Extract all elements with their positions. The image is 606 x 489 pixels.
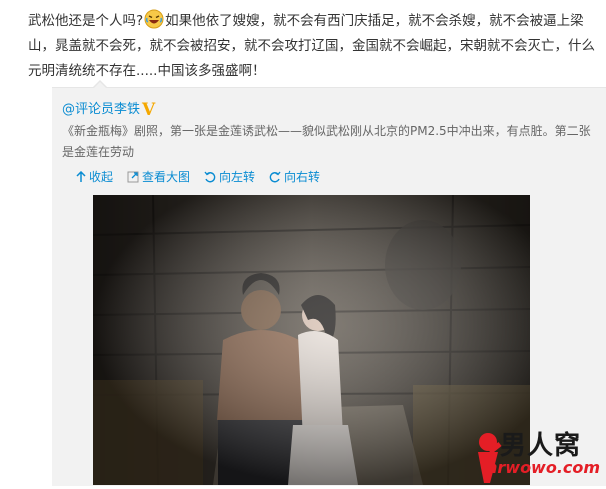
- collapse-button[interactable]: 收起: [76, 168, 113, 185]
- verified-badge-icon: V: [142, 100, 156, 120]
- collapse-up-arrow-icon: [76, 170, 86, 182]
- repost-author-link[interactable]: @评论员李铁: [62, 102, 140, 117]
- expand-image-icon: [127, 171, 139, 182]
- watermark-url: nrwowo.com: [486, 458, 601, 477]
- rotate-right-label: 向右转: [284, 170, 321, 184]
- repost-pointer-inner: [93, 82, 107, 89]
- rotate-right-icon: [269, 171, 281, 182]
- collapse-label: 收起: [89, 170, 114, 184]
- watermark-brand: 男人窝: [500, 431, 582, 461]
- image-actions: 收起 查看大图 向左转 向右转: [76, 168, 320, 185]
- repost-author-line: @评论员李铁 V: [62, 101, 155, 119]
- laughing-face-icon: [144, 9, 164, 29]
- post-text-part1: 武松他还是个人吗?: [28, 13, 144, 29]
- view-large-image-button[interactable]: 查看大图: [127, 168, 190, 185]
- photo-scene: [93, 195, 530, 485]
- view-large-label: 查看大图: [142, 170, 191, 184]
- repost-photo[interactable]: [93, 195, 530, 485]
- rotate-left-button[interactable]: 向左转: [204, 168, 255, 185]
- rotate-right-button[interactable]: 向右转: [269, 168, 320, 185]
- post-text: 武松他还是个人吗? 如果他依了嫂嫂，就不会有西门庆插足，就不会杀嫂，就不会被逼上梁…: [28, 9, 596, 84]
- rotate-left-label: 向左转: [219, 170, 256, 184]
- repost-text: 《新金瓶梅》剧照，第一张是金莲诱武松——貌似武松刚从北京的PM2.5中冲出来，有…: [62, 124, 591, 159]
- rotate-left-icon: [204, 171, 216, 182]
